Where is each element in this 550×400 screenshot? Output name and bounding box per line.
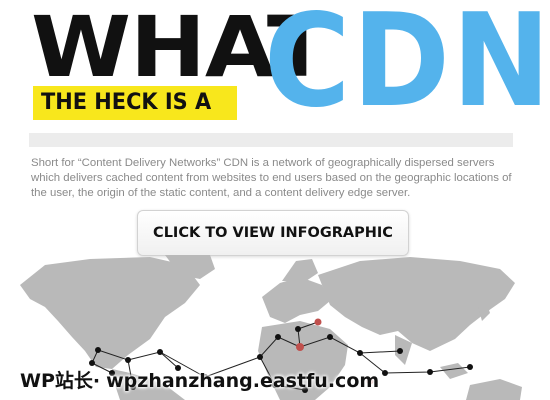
server-node [382,370,388,376]
divider-bar [29,133,513,147]
server-node [275,334,281,340]
headline-cdn: CDN [264,0,550,136]
watermark-url: wpzhanzhang.eastfu.com [106,370,380,392]
origin-server-node [296,343,304,351]
origin-server-node [314,318,322,326]
server-node [467,364,473,370]
headline-heck: THE HECK IS A [41,90,212,115]
server-node [257,354,263,360]
server-node [327,334,333,340]
server-node [357,350,363,356]
server-node [397,348,403,354]
server-node [157,349,163,355]
cdn-description: Short for “Content Delivery Networks” CD… [31,157,512,199]
server-node [125,357,131,363]
site-watermark: WP站长· wpzhanzhang.eastfu.com [20,366,379,393]
server-node [427,369,433,375]
watermark-brand: WP站长· [20,370,101,392]
server-node [295,326,301,332]
server-node [95,347,101,353]
view-infographic-button[interactable]: CLICK TO VIEW INFOGRAPHIC [137,210,409,256]
